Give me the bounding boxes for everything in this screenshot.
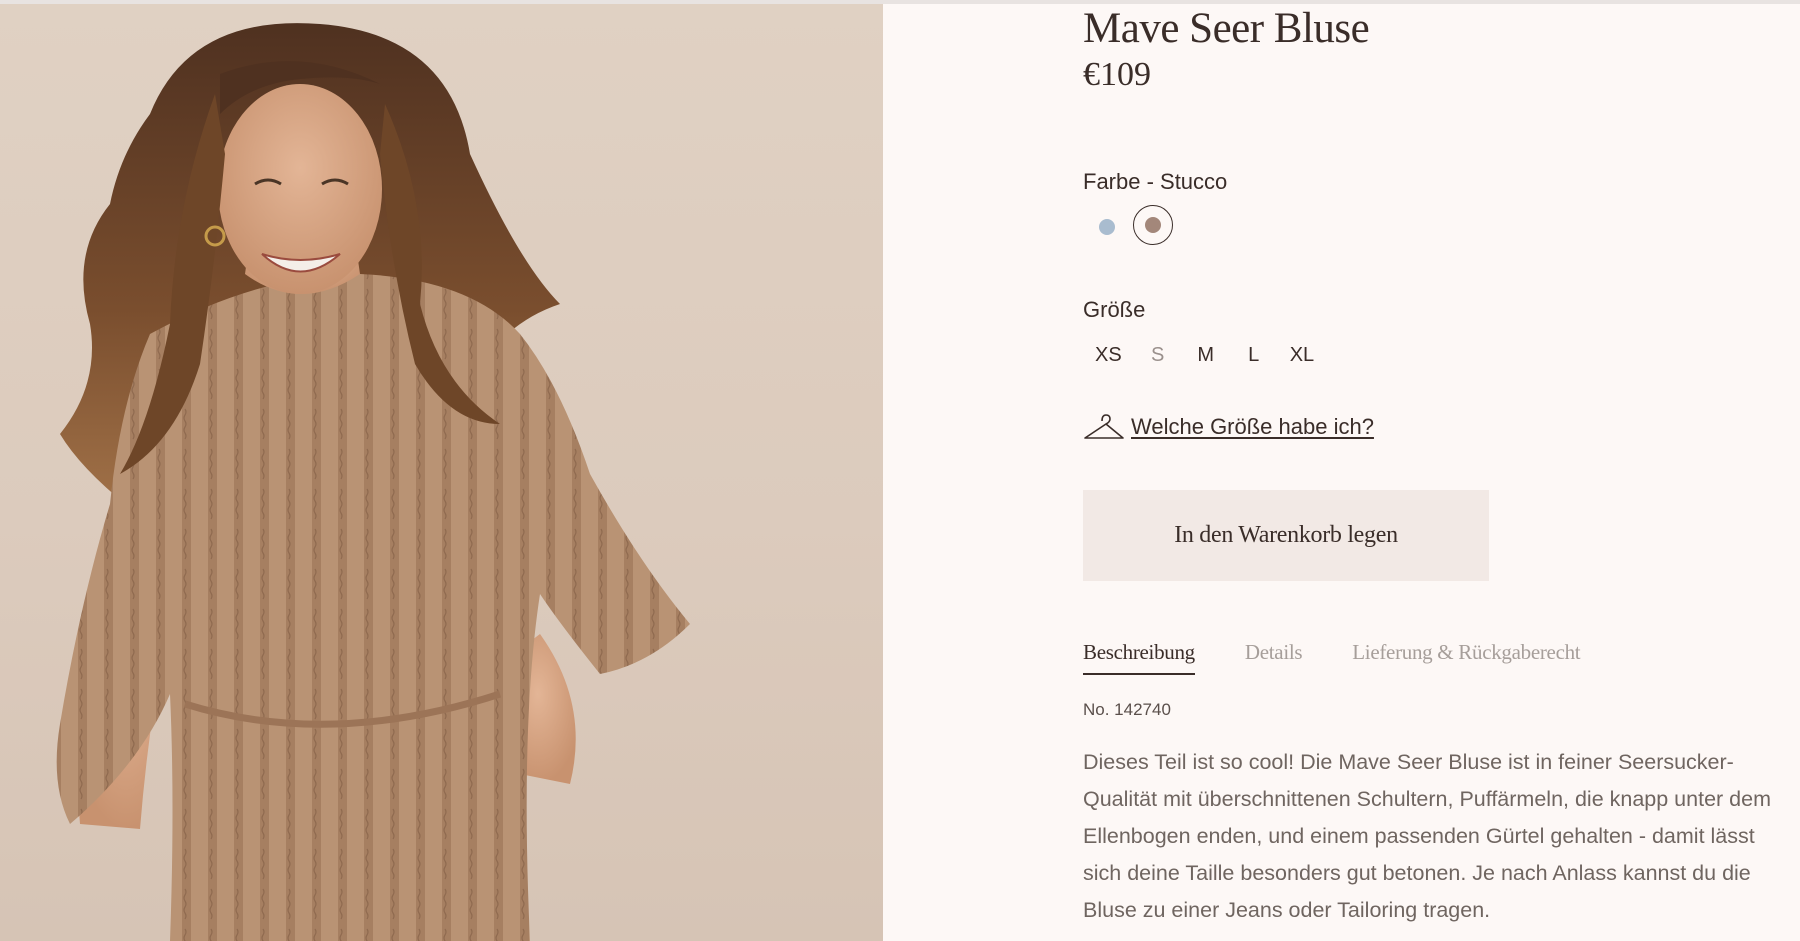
size-option-xl[interactable]: XL xyxy=(1278,340,1326,371)
product-image xyxy=(0,4,883,941)
size-option-xs[interactable]: XS xyxy=(1083,340,1134,371)
info-tabs: Beschreibung Details Lieferung & Rückgab… xyxy=(1083,640,1581,675)
article-number: No. 142740 xyxy=(1083,700,1171,719)
tab-details[interactable]: Details xyxy=(1245,640,1303,675)
add-to-cart-button[interactable]: In den Warenkorb legen xyxy=(1083,490,1489,581)
product-description: Dieses Teil ist so cool! Die Mave Seer B… xyxy=(1083,750,1771,922)
size-guide: Welche Größe habe ich? xyxy=(1083,412,1374,442)
color-swatch-blue[interactable] xyxy=(1099,219,1115,235)
size-option-l[interactable]: L xyxy=(1230,340,1278,371)
color-swatch-stucco-selected[interactable] xyxy=(1133,205,1173,245)
hanger-icon xyxy=(1084,414,1124,439)
size-option-s[interactable]: S xyxy=(1134,340,1182,371)
model-illustration xyxy=(56,23,690,941)
size-label: Größe xyxy=(1083,297,1146,322)
size-selector: XS S M L XL xyxy=(1083,340,1326,371)
swatch-stucco-dot xyxy=(1145,217,1161,233)
product-page: Mave Seer Bluse €109 Farbe - Stucco Größ… xyxy=(0,0,1800,941)
tab-beschreibung[interactable]: Beschreibung xyxy=(1083,640,1195,675)
color-label: Farbe - Stucco xyxy=(1083,169,1228,194)
product-price: €109 xyxy=(1083,56,1151,93)
product-details-panel: Mave Seer Bluse €109 Farbe - Stucco Größ… xyxy=(883,4,1800,941)
size-option-m[interactable]: M xyxy=(1182,340,1230,371)
tab-lieferung[interactable]: Lieferung & Rückgaberecht xyxy=(1352,640,1580,675)
product-title: Mave Seer Bluse xyxy=(1083,5,1370,52)
size-guide-link[interactable]: Welche Größe habe ich? xyxy=(1131,414,1374,440)
